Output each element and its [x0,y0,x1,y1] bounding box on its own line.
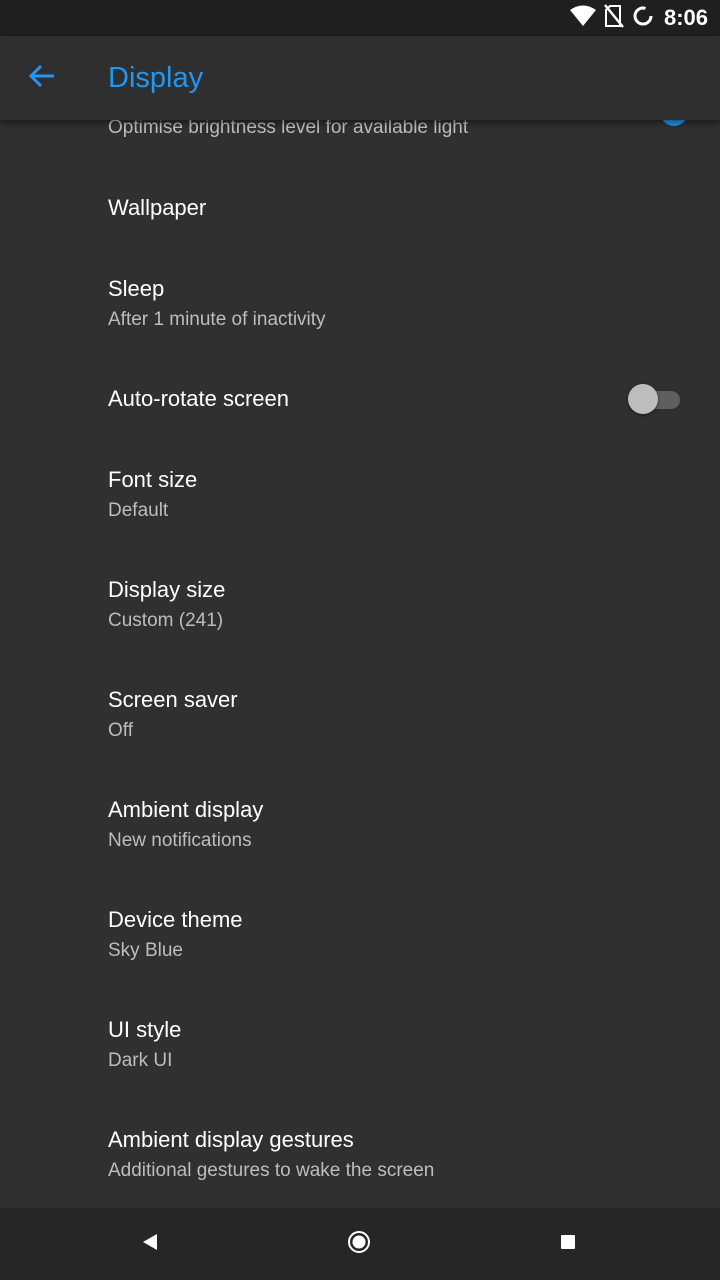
setting-summary: Additional gestures to wake the screen [108,1160,435,1181]
setting-title: Ambient display gestures [108,1127,354,1152]
navigation-bar [0,1208,720,1280]
setting-display-size[interactable]: Display size Custom (241) [108,576,668,634]
battery-charging-icon [632,5,654,32]
recents-square-icon [560,1234,576,1255]
app-bar: Display [0,36,720,120]
setting-ui-style[interactable]: UI style Dark UI [108,1016,668,1074]
setting-font-size[interactable]: Font size Default [108,466,668,524]
home-circle-icon [347,1230,371,1259]
nav-recents-button[interactable] [550,1226,586,1262]
setting-title: Display size [108,577,226,602]
setting-auto-rotate[interactable]: Auto-rotate screen [108,385,668,413]
setting-title: Device theme [108,907,243,932]
back-button[interactable] [22,58,62,98]
setting-title: Ambient display [108,797,264,822]
auto-rotate-toggle[interactable] [628,384,682,414]
status-bar: 8:06 [0,0,720,36]
setting-title: Screen saver [108,687,238,712]
setting-summary: Dark UI [108,1050,173,1071]
setting-summary: New notifications [108,830,252,851]
setting-summary: Custom (241) [108,610,224,631]
display-settings-screen: 8:06 Display Optimise brightness level f… [0,0,720,1280]
setting-wallpaper[interactable]: Wallpaper [108,194,668,222]
setting-device-theme[interactable]: Device theme Sky Blue [108,906,668,964]
setting-summary: Default [108,500,169,521]
back-triangle-icon [141,1233,159,1256]
nav-back-button[interactable] [132,1226,168,1262]
page-title: Display [108,62,204,94]
setting-screen-saver[interactable]: Screen saver Off [108,686,668,744]
setting-summary: After 1 minute of inactivity [108,309,326,330]
setting-title: Wallpaper [108,195,207,220]
status-time: 8:06 [663,5,708,30]
setting-ambient-display[interactable]: Ambient display New notifications [108,796,668,854]
wifi-icon [569,5,596,32]
setting-title: Sleep [108,276,165,301]
setting-summary: Sky Blue [108,940,183,961]
nav-home-button[interactable] [341,1226,377,1262]
setting-ambient-gestures[interactable]: Ambient display gestures Additional gest… [108,1126,668,1184]
no-sim-icon [603,3,624,33]
arrow-back-icon [28,62,56,95]
setting-title: UI style [108,1017,182,1042]
setting-sleep[interactable]: Sleep After 1 minute of inactivity [108,275,668,333]
status-icons: 8:06 [569,0,708,36]
setting-title: Auto-rotate screen [108,386,289,411]
setting-title: Font size [108,467,198,492]
setting-summary: Off [108,720,133,741]
toggle-thumb [628,384,658,414]
